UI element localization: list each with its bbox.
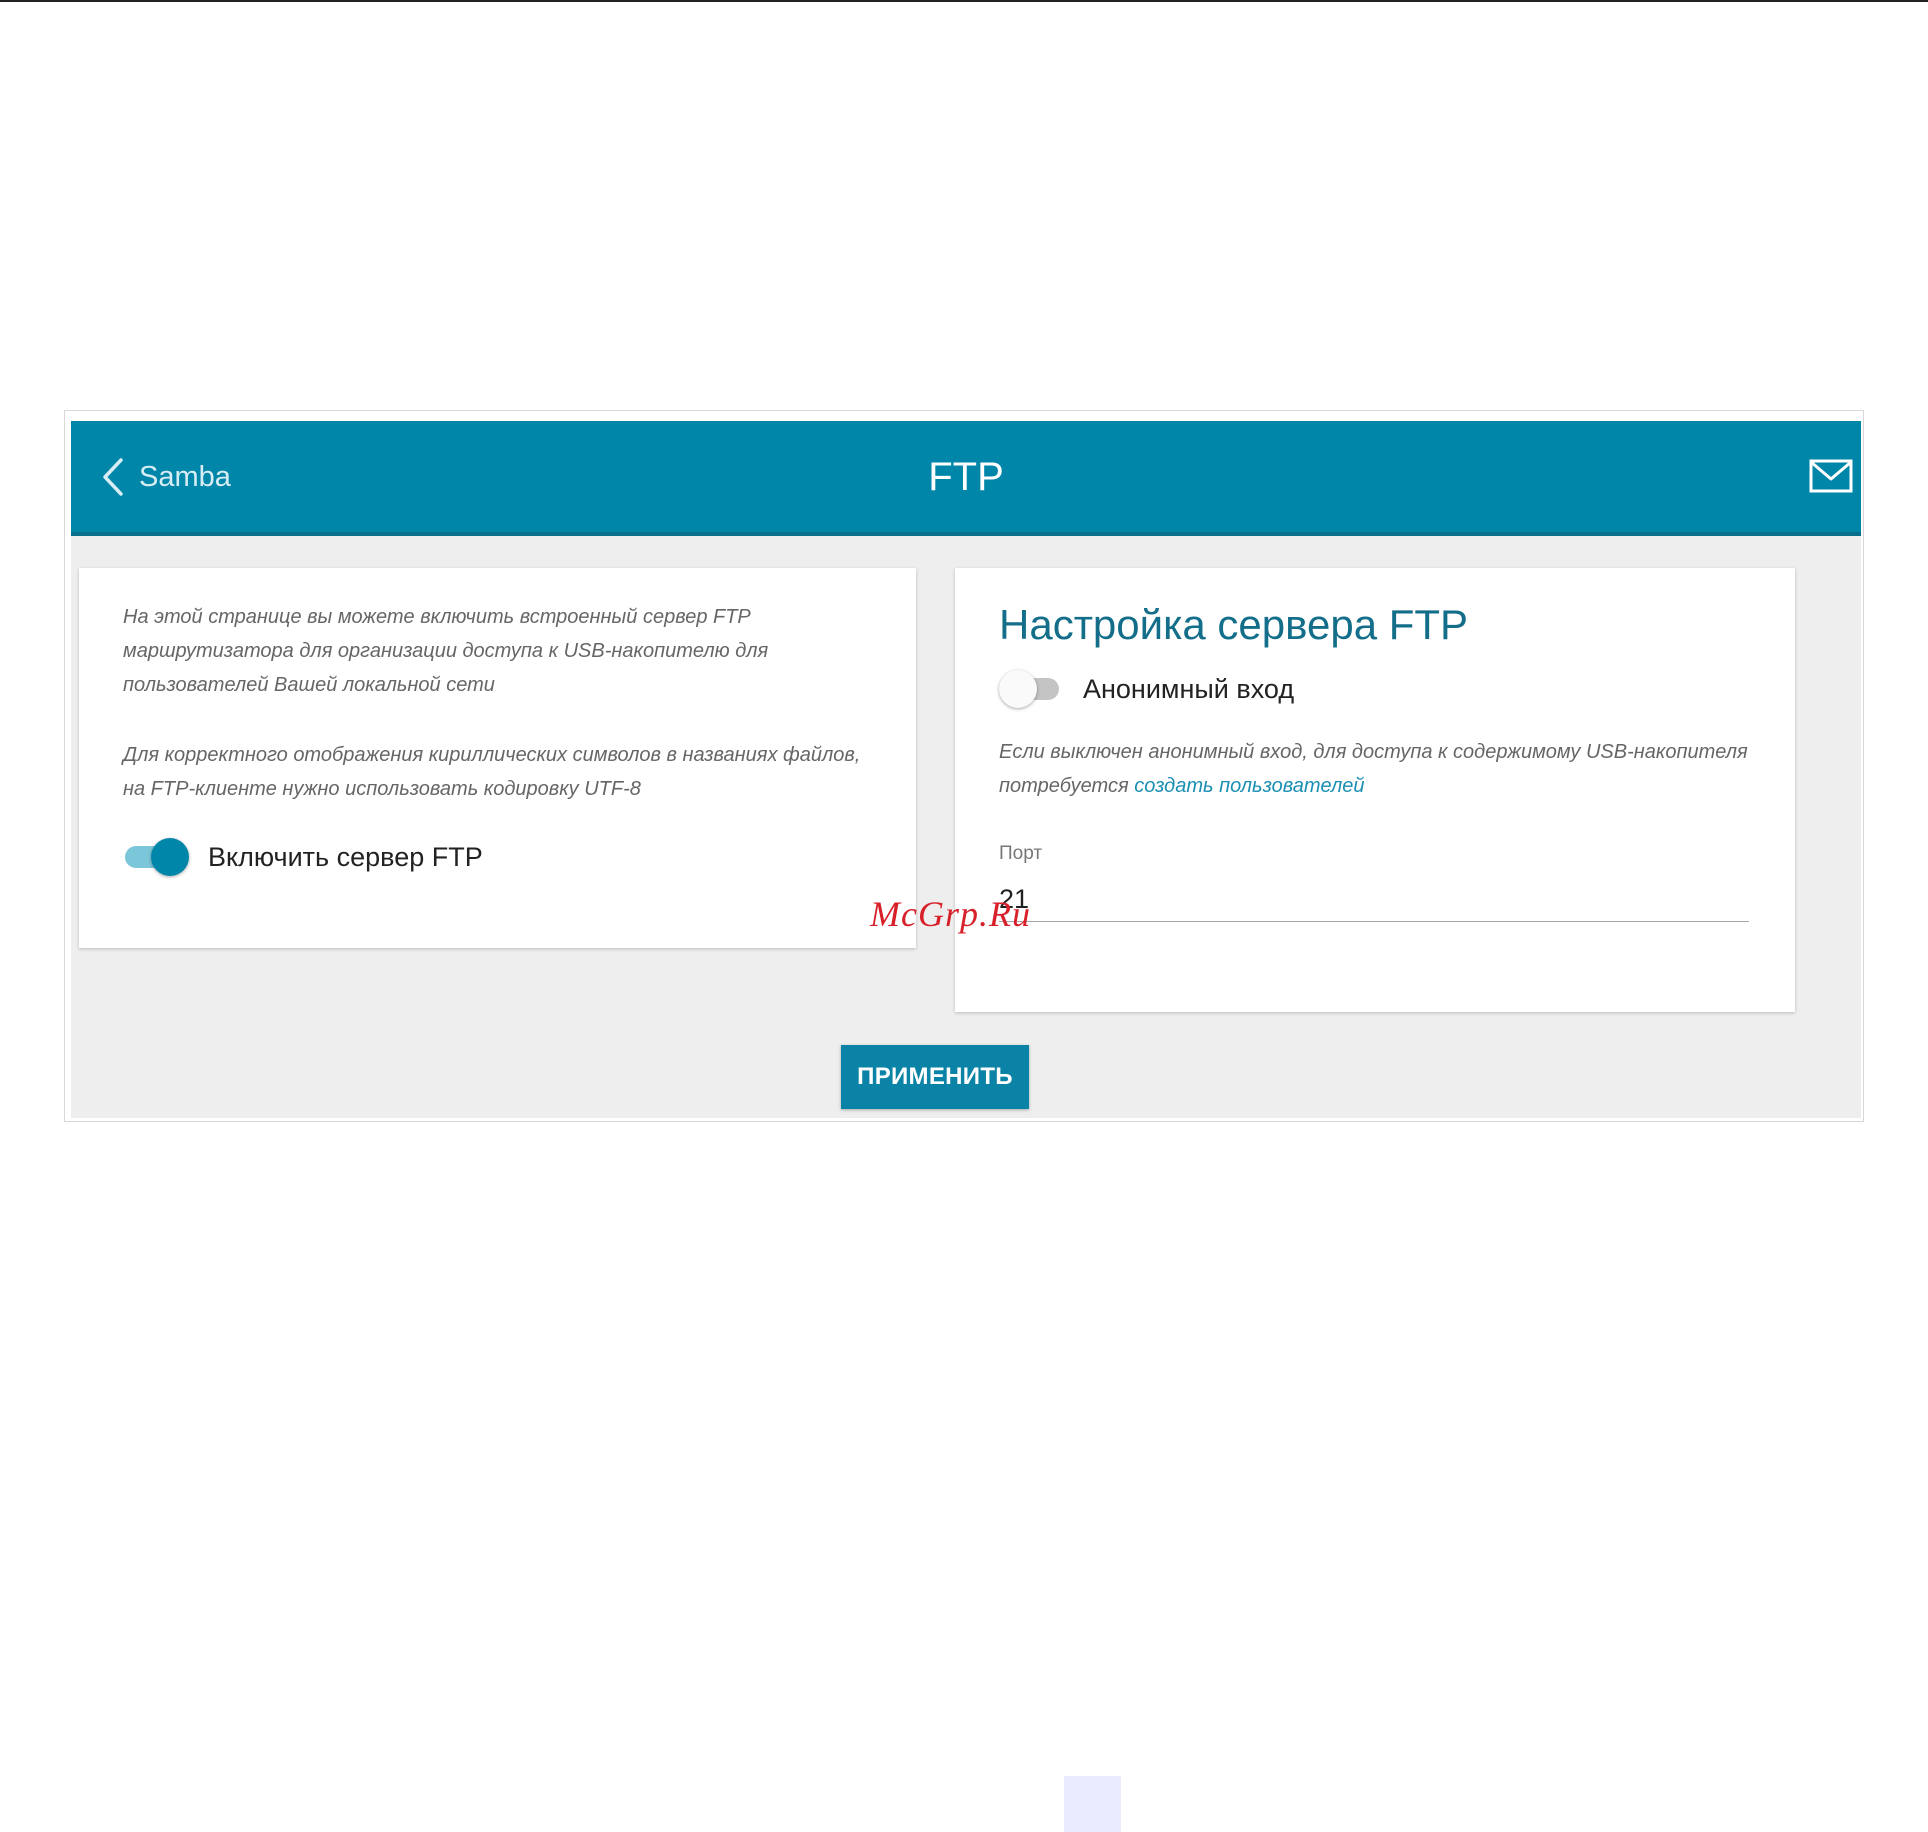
port-input[interactable] <box>999 878 1749 922</box>
screenshot-frame: Samba FTP На этой странице вы можете вкл… <box>64 410 1864 1122</box>
toggle-knob <box>151 838 189 876</box>
anonymous-login-toggle[interactable] <box>999 669 1065 709</box>
enable-ftp-label: Включить сервер FTP <box>208 842 483 872</box>
anonymous-note-text: Если выключен анонимный вход, для доступ… <box>999 741 1748 797</box>
anonymous-login-label: Анонимный вход <box>1083 674 1295 704</box>
apply-button[interactable]: ПРИМЕНИТЬ <box>841 1045 1029 1109</box>
page-tab <box>1064 1776 1121 1832</box>
app-window: Samba FTP На этой странице вы можете вкл… <box>71 421 1861 1118</box>
info-card: На этой странице вы можете включить встр… <box>79 568 916 948</box>
page-title: FTP <box>928 455 1004 499</box>
create-users-link[interactable]: создать пользователей <box>1134 775 1364 797</box>
toggle-knob <box>999 670 1037 708</box>
header-bar: Samba FTP <box>71 421 1861 536</box>
watermark: McGrp.Ru <box>870 894 1031 934</box>
anonymous-note: Если выключен анонимный вход, для доступ… <box>999 735 1759 803</box>
section-title: Настройка сервера FTP <box>999 601 1469 648</box>
encoding-note: Для корректного отображения кириллически… <box>123 744 861 800</box>
enable-ftp-toggle[interactable] <box>123 837 189 877</box>
top-rule <box>0 0 1928 2</box>
ftp-settings-card: Настройка сервера FTP Анонимный вход Есл… <box>955 568 1795 1012</box>
mail-icon[interactable] <box>1809 459 1853 493</box>
info-paragraph: На этой странице вы можете включить встр… <box>123 606 769 696</box>
port-label: Порт <box>999 843 1043 864</box>
